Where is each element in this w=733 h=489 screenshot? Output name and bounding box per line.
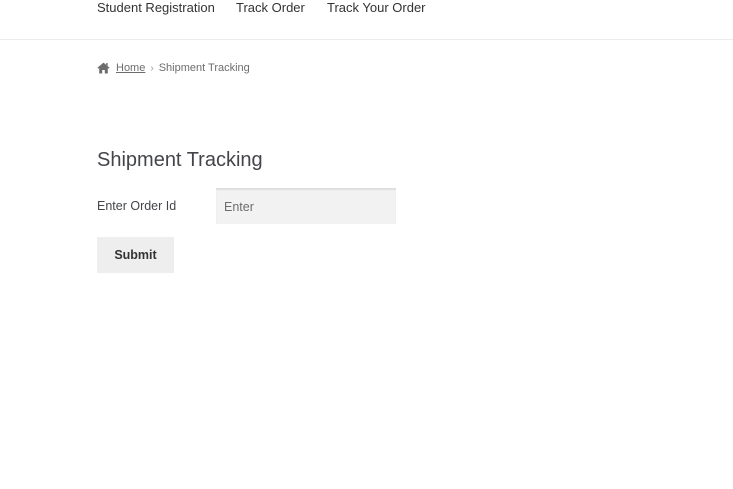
breadcrumb-separator: › [150, 62, 154, 74]
page: Student Registration Track Order Track Y… [0, 0, 733, 489]
top-navigation: Student Registration Track Order Track Y… [0, 0, 733, 40]
breadcrumb-current: Shipment Tracking [158, 62, 250, 74]
breadcrumb-home-link[interactable]: Home [116, 62, 145, 74]
nav-item-track-order[interactable]: Track Order [236, 0, 305, 16]
nav-item-track-your-order[interactable]: Track Your Order [327, 0, 426, 16]
order-id-label: Enter Order Id [97, 199, 177, 213]
nav-item-student-registration[interactable]: Student Registration [97, 0, 215, 16]
order-id-input[interactable] [216, 188, 396, 224]
submit-button[interactable]: Submit [97, 237, 174, 273]
home-icon [97, 62, 110, 74]
page-title: Shipment Tracking [97, 149, 263, 171]
breadcrumb: Home › Shipment Tracking [97, 60, 250, 76]
